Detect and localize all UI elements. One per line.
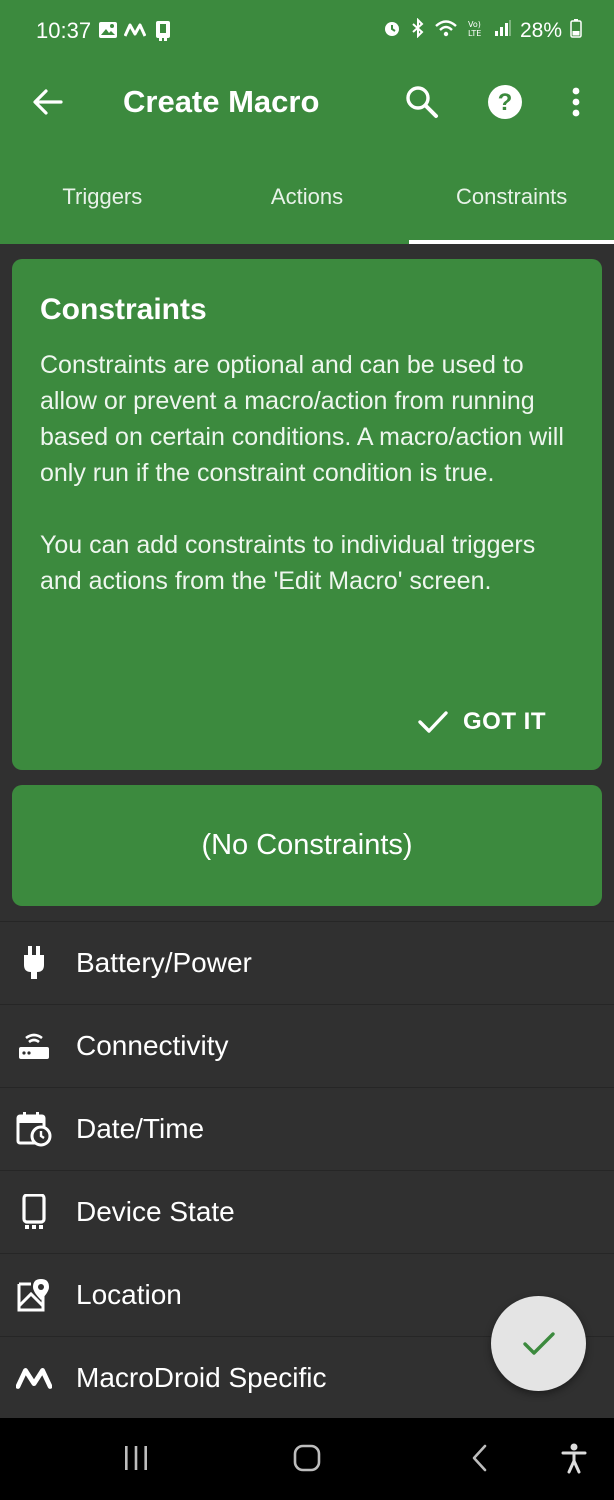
volte-icon: Vo) LTE [466,18,486,43]
macrodroid-icon [123,20,147,47]
category-label: Date/Time [76,1113,205,1144]
category-device-state[interactable]: Device State [0,1170,614,1253]
category-battery-power[interactable]: Battery/Power [0,921,614,1004]
system-nav-bar [0,1418,614,1500]
bluetooth-icon [410,17,426,43]
plug-icon [16,945,52,981]
battery-percent: 28% [519,18,562,42]
tab-actions[interactable]: Actions [205,160,410,244]
accessibility-icon [561,1443,587,1474]
category-label: Location [76,1279,182,1310]
recents-icon [125,1446,147,1470]
search-icon [406,86,438,118]
phone-icon [16,1194,52,1230]
no-constraints-label: (No Constraints) [201,829,413,861]
svg-text:Vo): Vo) [468,20,481,29]
back-nav-button[interactable] [458,1438,502,1478]
gallery-icon [98,20,118,47]
toolbar: Create Macro ? [0,66,614,138]
status-icons-right: Vo) LTE 28% [382,17,582,43]
recents-button[interactable] [114,1438,158,1478]
back-button[interactable] [28,82,68,122]
check-icon [522,1331,555,1355]
calendar-clock-icon [16,1111,52,1147]
svg-text:LTE: LTE [468,29,481,38]
tab-bar: Triggers Actions Constraints [0,160,614,244]
status-bar: 10:37 Vo) LTE 28% [0,0,614,66]
accessibility-button[interactable] [552,1438,596,1478]
category-connectivity[interactable]: Connectivity [0,1004,614,1087]
svg-text:?: ? [498,89,513,116]
constraints-info-card: Constraints Constraints are optional and… [12,259,602,770]
more-options-button[interactable] [560,82,592,122]
category-label: MacroDroid Specific [76,1362,327,1393]
category-label: Connectivity [76,1030,229,1061]
app-bar: 10:37 Vo) LTE 28% Create Macro ? Trigger… [0,0,614,244]
help-icon: ? [488,85,522,119]
info-card-paragraph-1: Constraints are optional and can be used… [40,351,564,487]
battery-icon [570,18,582,43]
alarm-icon [382,18,402,43]
status-icons-left [98,20,174,47]
no-constraints-card: (No Constraints) [12,785,602,906]
info-card-title: Constraints [40,293,207,326]
category-label: Device State [76,1196,235,1227]
home-icon [293,1444,321,1472]
device-icon [152,20,174,47]
tab-triggers[interactable]: Triggers [0,160,205,244]
back-icon [472,1444,487,1472]
info-card-paragraph-2: You can add constraints to individual tr… [40,531,536,595]
help-button[interactable]: ? [485,82,525,122]
signal-icon [494,18,512,43]
macrodroid-icon [16,1360,52,1396]
got-it-button[interactable]: GOT IT [417,708,546,736]
check-icon [418,711,448,733]
category-date-time[interactable]: Date/Time [0,1087,614,1170]
page-title: Create Macro [123,84,320,119]
got-it-label: GOT IT [463,708,546,735]
confirm-fab[interactable] [491,1296,586,1391]
router-icon [16,1028,52,1064]
tab-constraints[interactable]: Constraints [409,160,614,244]
search-button[interactable] [402,82,442,122]
arrow-left-icon [33,89,63,115]
status-time: 10:37 [36,18,92,43]
map-pin-icon [16,1277,52,1313]
category-label: Battery/Power [76,947,252,978]
more-vert-icon [572,87,580,117]
home-button[interactable] [285,1438,329,1478]
wifi-icon [434,18,458,43]
